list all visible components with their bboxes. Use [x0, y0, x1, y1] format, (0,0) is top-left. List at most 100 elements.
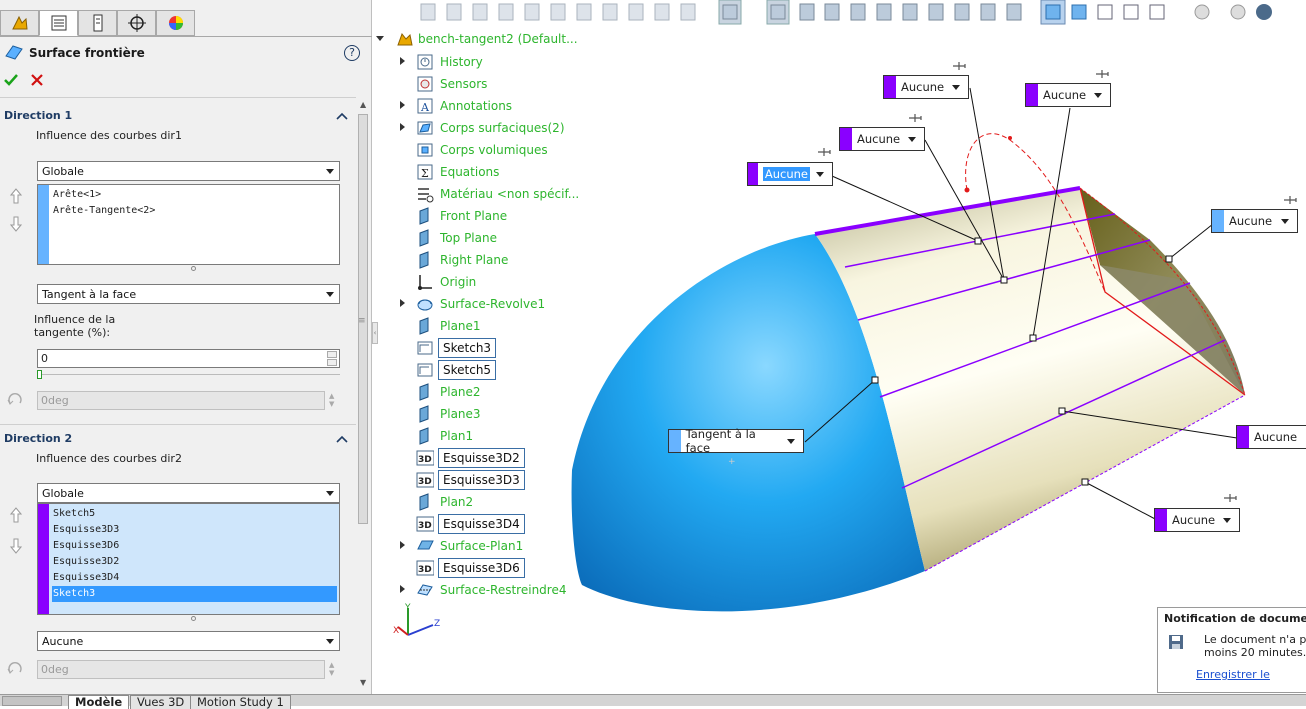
sketch3d-icon: 3D — [416, 472, 434, 488]
tree-item-sketch5[interactable]: Sketch5 — [400, 359, 580, 381]
save-now-link[interactable]: Enregistrer le — [1196, 668, 1270, 681]
panel-scrollbar[interactable]: ▲ ▼ — [357, 100, 369, 690]
display-manager-tab[interactable] — [156, 10, 195, 36]
tree-item-plane1[interactable]: Plane1 — [400, 315, 580, 337]
tree-item-surface-restreindre4[interactable]: Surface-Restreindre4 — [400, 579, 580, 601]
tangency-callout[interactable]: Aucune — [883, 75, 969, 99]
move-up-arrow-icon[interactable] — [10, 507, 22, 523]
tree-item-corps-surfaciques-2[interactable]: Corps surfaciques(2) — [400, 117, 580, 139]
property-manager-panel: Surface frontière ? Direction 1 Influenc… — [0, 0, 372, 694]
tangent-influence-spinner[interactable]: 0 — [37, 349, 340, 368]
move-up-arrow-icon[interactable] — [10, 188, 22, 204]
splitter-grip-icon[interactable]: ≡ — [358, 316, 366, 326]
tangency-callout[interactable]: Aucune — [839, 127, 925, 151]
cancel-x-button[interactable] — [31, 74, 43, 86]
tangency-callout[interactable]: Tangent à la face — [668, 427, 804, 455]
notification-text: Le document n'a pa — [1204, 633, 1306, 646]
tree-item-label: Sketch3 — [438, 338, 497, 358]
tree-item-plane3[interactable]: Plane3 — [400, 403, 580, 425]
move-down-arrow-icon[interactable] — [10, 538, 22, 554]
expand-arrow-icon[interactable] — [400, 541, 405, 549]
tree-item-mat-riau-non-sp-cif[interactable]: Matériau <non spécif... — [400, 183, 580, 205]
tree-item-corps-volumiques[interactable]: Corps volumiques — [400, 139, 580, 161]
resize-handle[interactable] — [191, 266, 196, 271]
graphics-viewport[interactable]: + — [560, 30, 1306, 670]
expand-arrow-icon[interactable] — [400, 585, 405, 593]
rotate-angle-icon — [7, 662, 22, 674]
tangent-influence-slider[interactable] — [37, 370, 340, 379]
tree-item-top-plane[interactable]: Top Plane — [400, 227, 580, 249]
property-manager-tab[interactable] — [39, 10, 78, 36]
dir1-tangent-type-combo[interactable]: Tangent à la face — [37, 284, 340, 304]
tree-item-esquisse3d2[interactable]: 3D Esquisse3D2 — [400, 447, 580, 469]
view-toolbar-icons[interactable] — [415, 0, 1306, 26]
tangency-callout[interactable]: Aucune — [1211, 209, 1298, 233]
tree-item-label: History — [440, 55, 483, 69]
direction1-header[interactable]: Direction 1 — [4, 109, 72, 122]
dir2-tangent-type-combo[interactable]: Aucune — [37, 631, 340, 651]
list-item[interactable]: Esquisse3D6 — [52, 538, 337, 554]
tree-item-surface-revolve1[interactable]: Surface-Revolve1 — [400, 293, 580, 315]
dir2-influence-combo[interactable]: Globale — [37, 483, 340, 503]
tree-item-history[interactable]: History — [400, 51, 580, 73]
tangency-callout[interactable]: Aucune — [1236, 425, 1306, 449]
expand-arrow-icon[interactable] — [400, 101, 405, 109]
resize-handle[interactable] — [191, 616, 196, 621]
solid-bodies-icon — [417, 143, 433, 157]
list-item[interactable]: Sketch5 — [52, 506, 337, 522]
tree-item-origin[interactable]: Origin — [400, 271, 580, 293]
tab-model[interactable]: Modèle — [68, 695, 130, 709]
list-item[interactable]: Esquisse3D2 — [52, 554, 337, 570]
sketch-icon — [417, 341, 433, 355]
collapse-arrow-icon[interactable] — [376, 36, 384, 41]
tree-item-annotations[interactable]: A Annotations — [400, 95, 580, 117]
expand-arrow-icon[interactable] — [400, 57, 405, 65]
configuration-manager-tab[interactable] — [78, 10, 117, 36]
list-item[interactable]: Esquisse3D3 — [52, 522, 337, 538]
tree-item-sensors[interactable]: Sensors — [400, 73, 580, 95]
tree-item-esquisse3d3[interactable]: 3D Esquisse3D3 — [400, 469, 580, 491]
svg-text:3D: 3D — [418, 455, 432, 465]
tab-scroll-buttons[interactable] — [2, 696, 62, 706]
tree-item-plan2[interactable]: Plan2 — [400, 491, 580, 513]
tab-3d-views[interactable]: Vues 3D — [130, 695, 192, 709]
panel-collapse-handle[interactable]: ‹ — [372, 322, 378, 344]
svg-text:3D: 3D — [418, 565, 432, 575]
dimxpert-tab[interactable] — [117, 10, 156, 36]
ok-check-button[interactable] — [4, 73, 18, 87]
tangency-callout[interactable]: Aucune — [1025, 83, 1111, 107]
tree-item-plane2[interactable]: Plane2 — [400, 381, 580, 403]
dir1-influence-combo[interactable]: Globale — [37, 161, 340, 181]
tree-item-plan1[interactable]: Plan1 — [400, 425, 580, 447]
tree-root[interactable]: bench-tangent2 (Default... — [376, 28, 578, 50]
tab-motion-study[interactable]: Motion Study 1 — [190, 695, 291, 709]
tree-item-sketch3[interactable]: Sketch3 — [400, 337, 580, 359]
sketch3d-icon: 3D — [416, 560, 434, 576]
tree-item-front-plane[interactable]: Front Plane — [400, 205, 580, 227]
part-icon — [397, 32, 413, 46]
list-item[interactable]: Arête-Tangente<2> — [52, 203, 337, 219]
dir1-angle-field[interactable]: 0deg — [37, 391, 325, 410]
tree-item-esquisse3d4[interactable]: 3D Esquisse3D4 — [400, 513, 580, 535]
tree-item-right-plane[interactable]: Right Plane — [400, 249, 580, 271]
tree-item-equations[interactable]: Σ Equations — [400, 161, 580, 183]
help-button[interactable]: ? — [344, 45, 360, 61]
tree-item-surface-plan1[interactable]: Surface-Plan1 — [400, 535, 580, 557]
expand-arrow-icon[interactable] — [400, 299, 405, 307]
direction2-header[interactable]: Direction 2 — [4, 432, 72, 445]
move-down-arrow-icon[interactable] — [10, 216, 22, 232]
list-item[interactable]: Esquisse3D4 — [52, 570, 337, 586]
collapse-chevron-icon[interactable] — [336, 434, 348, 444]
expand-arrow-icon[interactable] — [400, 123, 405, 131]
tree-item-esquisse3d6[interactable]: 3D Esquisse3D6 — [400, 557, 580, 579]
list-item-selected[interactable]: Sketch3 — [52, 586, 337, 602]
dir1-curves-list[interactable]: Arête<1> Arête-Tangente<2> — [37, 184, 340, 265]
dir2-angle-field[interactable]: 0deg — [37, 660, 325, 679]
dir2-curves-list[interactable]: Sketch5 Esquisse3D3 Esquisse3D6 Esquisse… — [37, 503, 340, 615]
collapse-chevron-icon[interactable] — [336, 111, 348, 121]
svg-text:+: + — [728, 457, 736, 467]
feature-manager-tab[interactable] — [0, 10, 39, 36]
tangency-callout-active[interactable]: Aucune — [747, 162, 833, 186]
list-item[interactable]: Arête<1> — [52, 187, 337, 203]
tangency-callout[interactable]: Aucune — [1154, 508, 1240, 532]
